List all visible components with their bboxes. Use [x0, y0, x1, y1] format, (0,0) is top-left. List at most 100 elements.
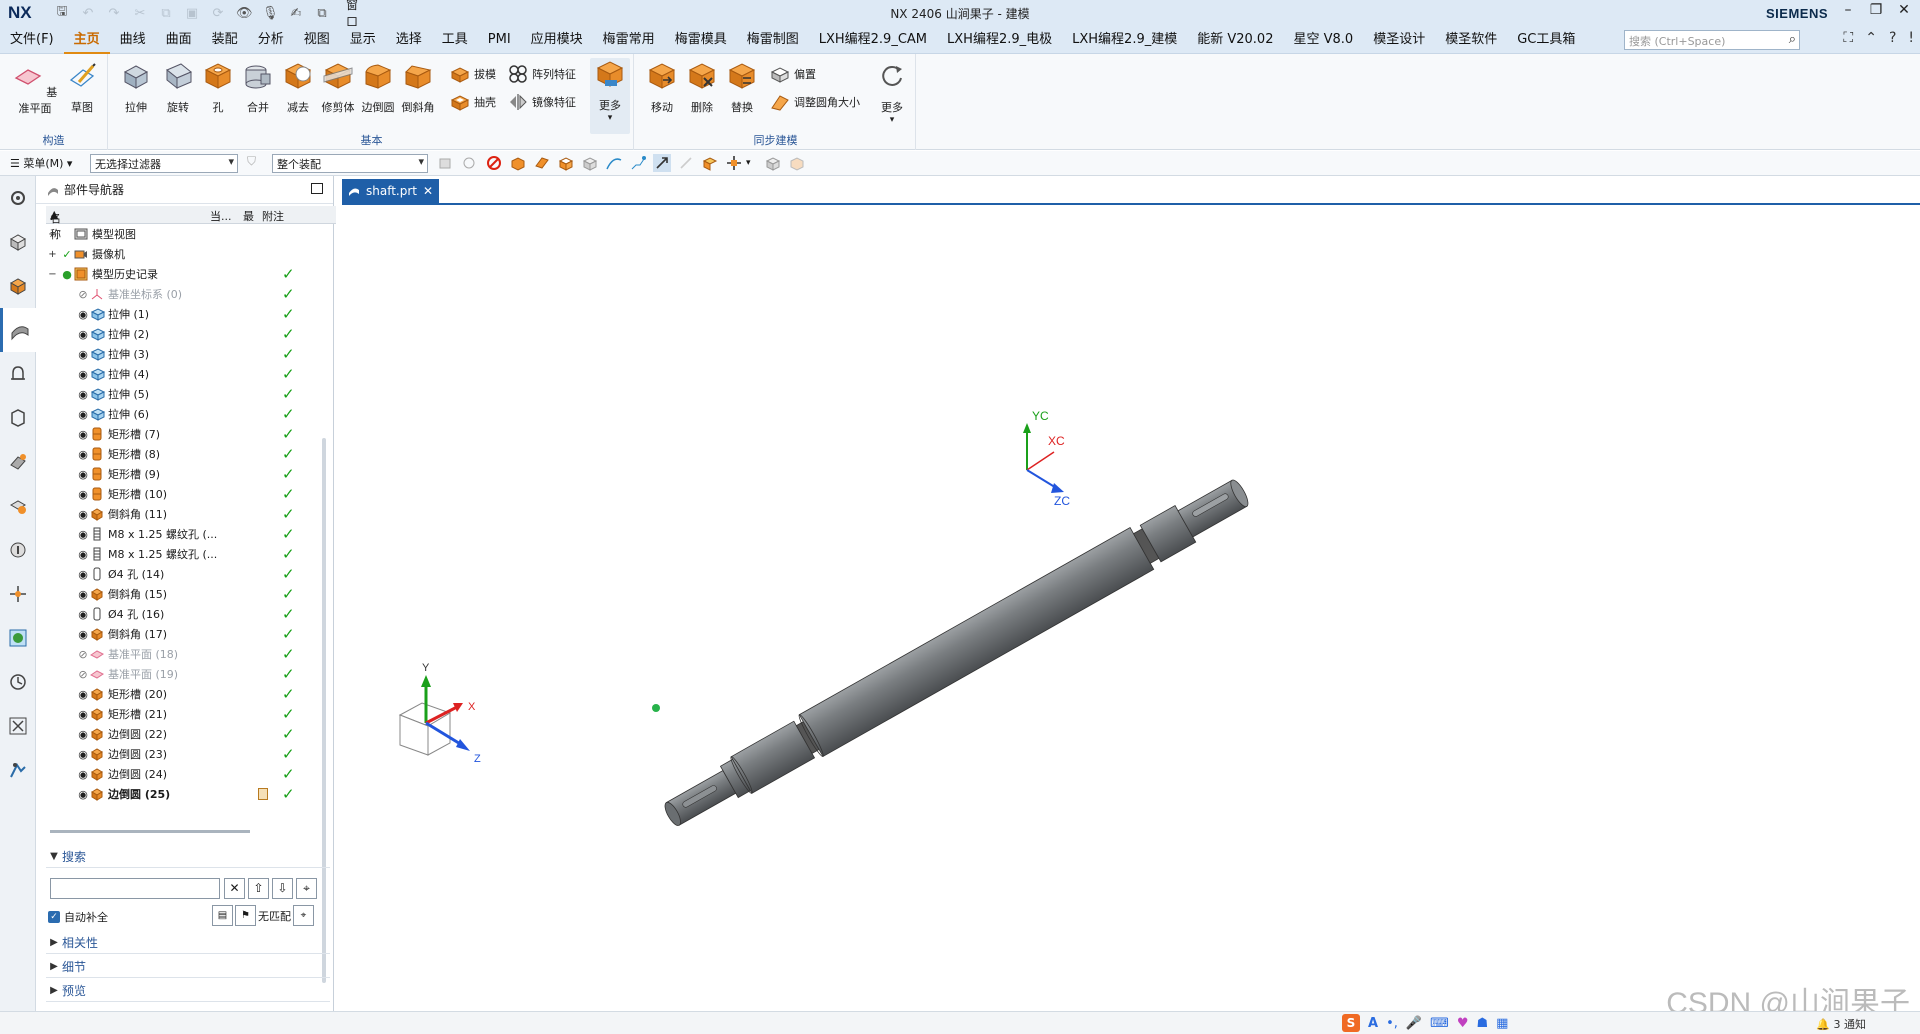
- sogou-ime-icon[interactable]: S: [1342, 1014, 1360, 1032]
- delete-face-button[interactable]: 删除: [682, 60, 722, 115]
- eye-icon[interactable]: ◉: [76, 388, 90, 401]
- skin-icon[interactable]: ♥: [1457, 1016, 1469, 1031]
- pattern-feature-button[interactable]: 阵列特征: [508, 64, 576, 84]
- menu-item[interactable]: LXH编程2.9_电极: [937, 26, 1062, 54]
- menu-item[interactable]: 曲面: [156, 26, 202, 54]
- search-section-header[interactable]: ▼ 搜索: [46, 846, 330, 868]
- draft-button[interactable]: 拔模: [450, 64, 496, 84]
- eye-icon[interactable]: ◉: [76, 488, 90, 501]
- match-type-button[interactable]: ▤: [212, 905, 233, 926]
- component-icon[interactable]: [701, 154, 719, 172]
- filter-icon[interactable]: ⛉: [247, 154, 265, 172]
- snap-active-icon[interactable]: [653, 154, 671, 172]
- restore-icon[interactable]: ❐: [1866, 2, 1886, 18]
- search-icon[interactable]: ⌕: [1789, 32, 1796, 47]
- menu-item[interactable]: 装配: [202, 26, 248, 54]
- block-icon[interactable]: [764, 154, 782, 172]
- feature-select-icon[interactable]: [461, 154, 479, 172]
- gamepad-icon[interactable]: ☗: [1476, 1016, 1488, 1031]
- feature-row[interactable]: ◉ 边倒圆 (23) ✓: [46, 744, 330, 764]
- feature-row[interactable]: ◉ M8 x 1.25 螺纹孔 (... ✓: [46, 544, 330, 564]
- graphics-window[interactable]: YC XC ZC Y X Z: [342, 203, 1920, 1011]
- extrude-button[interactable]: 拉伸: [116, 60, 156, 115]
- voice-icon[interactable]: 🎙: [262, 6, 279, 21]
- reset-filter-icon[interactable]: [485, 154, 503, 172]
- feature-row[interactable]: ◉ 拉伸 (1) ✓: [46, 304, 330, 324]
- redo-icon[interactable]: ↷: [106, 6, 122, 21]
- menu-item[interactable]: GC工具箱: [1507, 26, 1585, 54]
- eye-icon[interactable]: ◉: [76, 608, 90, 621]
- eye-icon[interactable]: ◉: [76, 708, 90, 721]
- feature-row[interactable]: ◉ 矩形槽 (20) ✓: [46, 684, 330, 704]
- feature-row[interactable]: ◉ 边倒圆 (25) ✓: [46, 784, 330, 804]
- eye-icon[interactable]: ◉: [76, 748, 90, 761]
- web-browser-tab[interactable]: [0, 484, 36, 528]
- system-materials-tab[interactable]: [0, 616, 36, 660]
- menu-item[interactable]: 主页: [63, 26, 110, 54]
- tree-node[interactable]: − ● 模型历史记录 ✓: [46, 264, 330, 284]
- eye-icon[interactable]: ◉: [76, 588, 90, 601]
- feature-row[interactable]: ◉ 边倒圆 (22) ✓: [46, 724, 330, 744]
- column-notes[interactable]: 附注: [262, 208, 284, 224]
- feature-row[interactable]: ◉ Ø4 孔 (14) ✓: [46, 564, 330, 584]
- microphone-icon[interactable]: 🎤: [1406, 1016, 1422, 1031]
- scatter-snap-icon[interactable]: [677, 154, 695, 172]
- document-tab[interactable]: shaft.prt ✕: [342, 179, 440, 203]
- curve-icon[interactable]: [605, 154, 623, 172]
- feature-row[interactable]: ◉ 拉伸 (3) ✓: [46, 344, 330, 364]
- hidden-eye-icon[interactable]: ⊘: [76, 668, 90, 681]
- feature-row[interactable]: ◉ 边倒圆 (24) ✓: [46, 764, 330, 784]
- menu-item[interactable]: 文件(F): [0, 26, 64, 54]
- body-face-icon[interactable]: [557, 154, 575, 172]
- feature-row[interactable]: ◉ 拉伸 (6) ✓: [46, 404, 330, 424]
- cut-icon[interactable]: ✂: [132, 6, 148, 21]
- feature-row[interactable]: ◉ 矩形槽 (9) ✓: [46, 464, 330, 484]
- feature-row[interactable]: ◉ 矩形槽 (8) ✓: [46, 444, 330, 464]
- copy-icon[interactable]: ⧉: [158, 6, 174, 21]
- feature-row[interactable]: ⊘ 基准平面 (19) ✓: [46, 664, 330, 684]
- window-icon[interactable]: ⧉: [314, 6, 330, 21]
- dependencies-section-header[interactable]: ▶ 相关性: [46, 932, 330, 954]
- menu-item[interactable]: 选择: [386, 26, 432, 54]
- eye-icon[interactable]: ◉: [76, 568, 90, 581]
- collapse-ribbon-icon[interactable]: ⌃: [1865, 30, 1877, 46]
- eye-icon[interactable]: ◉: [76, 408, 90, 421]
- undo-icon[interactable]: ↶: [80, 6, 96, 21]
- search-options-button[interactable]: ⌖: [296, 878, 317, 899]
- view-triad[interactable]: Y X Z: [398, 662, 481, 765]
- solid-body-icon[interactable]: [509, 154, 527, 172]
- search-up-button[interactable]: ⇧: [248, 878, 269, 899]
- search-down-button[interactable]: ⇩: [272, 878, 293, 899]
- edge-blend-button[interactable]: 边倒圆: [358, 60, 398, 115]
- close-tab-icon[interactable]: ✕: [423, 184, 433, 198]
- feature-row[interactable]: ◉ Ø4 孔 (16) ✓: [46, 604, 330, 624]
- menu-item[interactable]: 模圣设计: [1363, 26, 1435, 54]
- feature-row[interactable]: ◉ M8 x 1.25 螺纹孔 (... ✓: [46, 524, 330, 544]
- feature-row[interactable]: ◉ 拉伸 (5) ✓: [46, 384, 330, 404]
- view-icon[interactable]: 👁: [236, 6, 253, 21]
- constraint-navigator-tab[interactable]: [0, 264, 36, 308]
- feature-row[interactable]: ◉ 矩形槽 (7) ✓: [46, 424, 330, 444]
- selection-scope-dropdown[interactable]: 整个装配: [272, 153, 428, 173]
- menu-item[interactable]: LXH编程2.9_建模: [1062, 26, 1187, 54]
- notifications-tab[interactable]: [0, 352, 36, 396]
- feature-row[interactable]: ⊘ 基准坐标系 (0) ✓: [46, 284, 330, 304]
- menu-item[interactable]: 应用模块: [521, 26, 593, 54]
- part-navigator-tab[interactable]: [0, 308, 36, 352]
- clear-search-button[interactable]: ✕: [224, 878, 245, 899]
- sketch-button[interactable]: 草图: [62, 60, 102, 115]
- tools-tab[interactable]: [0, 704, 36, 748]
- touch-mode-icon[interactable]: ✍: [288, 6, 304, 21]
- graphics-canvas[interactable]: YC XC ZC Y X Z: [342, 205, 1920, 1011]
- toolbox-icon[interactable]: ▦: [1496, 1016, 1508, 1031]
- eye-icon[interactable]: ◉: [76, 468, 90, 481]
- menu-item[interactable]: 分析: [248, 26, 294, 54]
- settings-tab[interactable]: [0, 176, 36, 220]
- chevron-down-icon[interactable]: ▾: [746, 158, 751, 168]
- snap-point-icon[interactable]: [629, 154, 647, 172]
- assembly-navigator-tab[interactable]: [0, 220, 36, 264]
- alert-icon[interactable]: !: [1908, 30, 1914, 46]
- point-snap-icon[interactable]: [725, 154, 743, 172]
- eye-icon[interactable]: ◉: [76, 308, 90, 321]
- match-locate-button[interactable]: ⌖: [293, 905, 314, 926]
